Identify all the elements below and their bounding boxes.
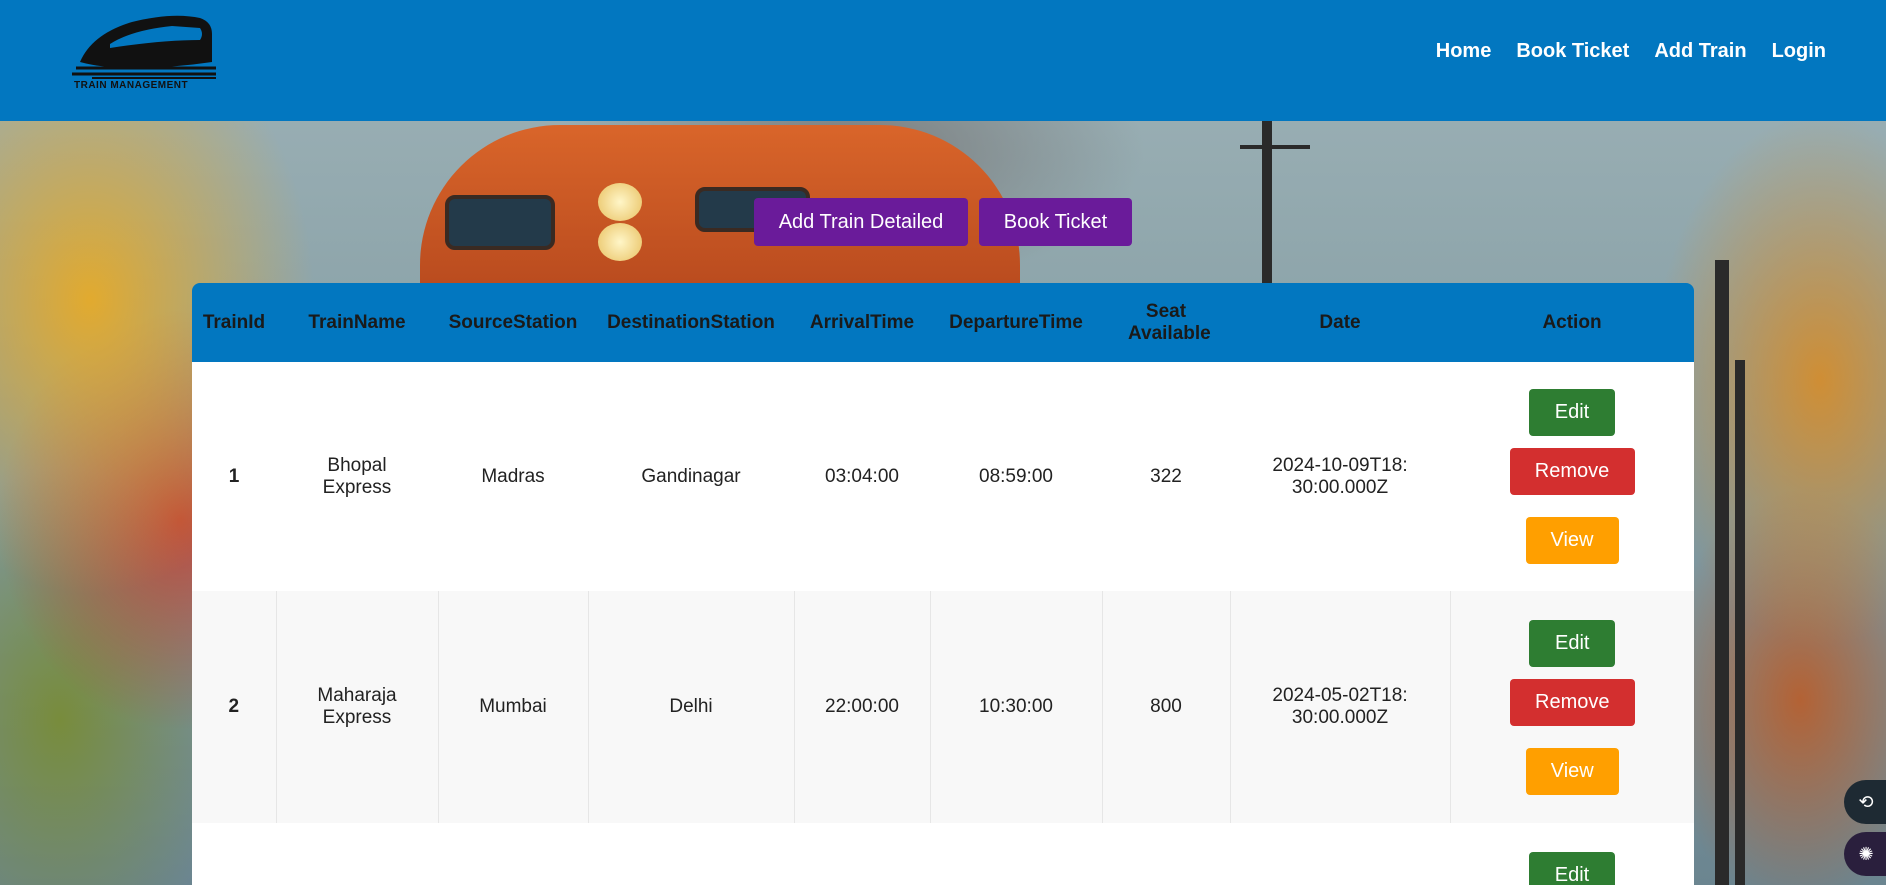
logo-text: TRAIN MANAGEMENT [74, 80, 189, 91]
view-button[interactable]: View [1525, 517, 1619, 564]
train-table: TrainId TrainName SourceStation Destinat… [192, 283, 1694, 885]
table-row: Edit [192, 823, 1694, 885]
cell-arrival: 22:00:00 [794, 591, 931, 823]
cell-departure: 10:30:00 [930, 591, 1103, 823]
cell-source: Madras [481, 465, 545, 487]
header-action: Action [1542, 311, 1602, 333]
edit-button[interactable]: Edit [1529, 619, 1616, 667]
remove-button[interactable]: Remove [1509, 448, 1635, 495]
cell-actions: Edit Remove View [1450, 362, 1694, 591]
cell-seats: 322 [1150, 465, 1182, 487]
view-button[interactable]: View [1525, 747, 1619, 795]
nav-home[interactable]: Home [1436, 40, 1492, 63]
cell-source: Mumbai [438, 591, 589, 823]
navbar: TRAIN MANAGEMENT Home Book Ticket Add Tr… [0, 0, 1886, 121]
cell-date: 2024-05-02T18:30:00.000Z [1230, 591, 1451, 823]
header-seat-available: Seat Available [1128, 300, 1211, 344]
cell-trainid: 1 [228, 465, 240, 487]
nav-login[interactable]: Login [1772, 40, 1826, 63]
cell-date: 2024-10-09T18:30:00.000Z [1272, 454, 1408, 498]
book-ticket-button[interactable]: Book Ticket [979, 198, 1132, 246]
remove-button[interactable]: Remove [1509, 678, 1635, 726]
cell-actions: Edit [1450, 823, 1694, 885]
header-destinationstation: DestinationStation [607, 311, 775, 333]
cell-actions: Edit Remove View [1450, 591, 1694, 823]
action-bar: Add Train Detailed Book Ticket [754, 198, 1132, 246]
nav-add-train[interactable]: Add Train [1654, 40, 1746, 63]
cell-trainname: Maharaja Express [276, 591, 439, 823]
cell-trainname: Bhopal Express [322, 454, 392, 498]
cell-trainid: 2 [192, 591, 277, 823]
train-table-container: TrainId TrainName SourceStation Destinat… [192, 283, 1694, 885]
header-arrivaltime: ArrivalTime [809, 311, 915, 333]
cell-seats: 800 [1102, 591, 1231, 823]
nav-book-ticket[interactable]: Book Ticket [1516, 40, 1629, 63]
cell-destination: Delhi [588, 591, 795, 823]
header-date: Date [1319, 311, 1361, 333]
header-sourcestation: SourceStation [448, 311, 578, 333]
brain-icon[interactable]: ✺ [1844, 832, 1886, 876]
nav-links: Home Book Ticket Add Train Login [1436, 40, 1826, 63]
translate-icon[interactable]: ⟲ [1844, 780, 1886, 824]
table-row: 2 Maharaja Express Mumbai Delhi 22:00:00… [192, 591, 1694, 823]
table-row: 1 Bhopal Express Madras Gandinagar 03:04… [192, 362, 1694, 591]
cell-arrival: 03:04:00 [825, 465, 899, 487]
table-header-row: TrainId TrainName SourceStation Destinat… [192, 283, 1694, 362]
header-trainid: TrainId [202, 311, 266, 333]
add-train-detailed-button[interactable]: Add Train Detailed [754, 198, 968, 246]
header-trainname: TrainName [308, 311, 406, 333]
edit-button[interactable]: Edit [1529, 389, 1615, 436]
cell-destination: Gandinagar [641, 465, 741, 487]
header-departuretime: DepartureTime [949, 311, 1083, 333]
cell-departure: 08:59:00 [979, 465, 1053, 487]
edit-button[interactable]: Edit [1529, 851, 1615, 885]
